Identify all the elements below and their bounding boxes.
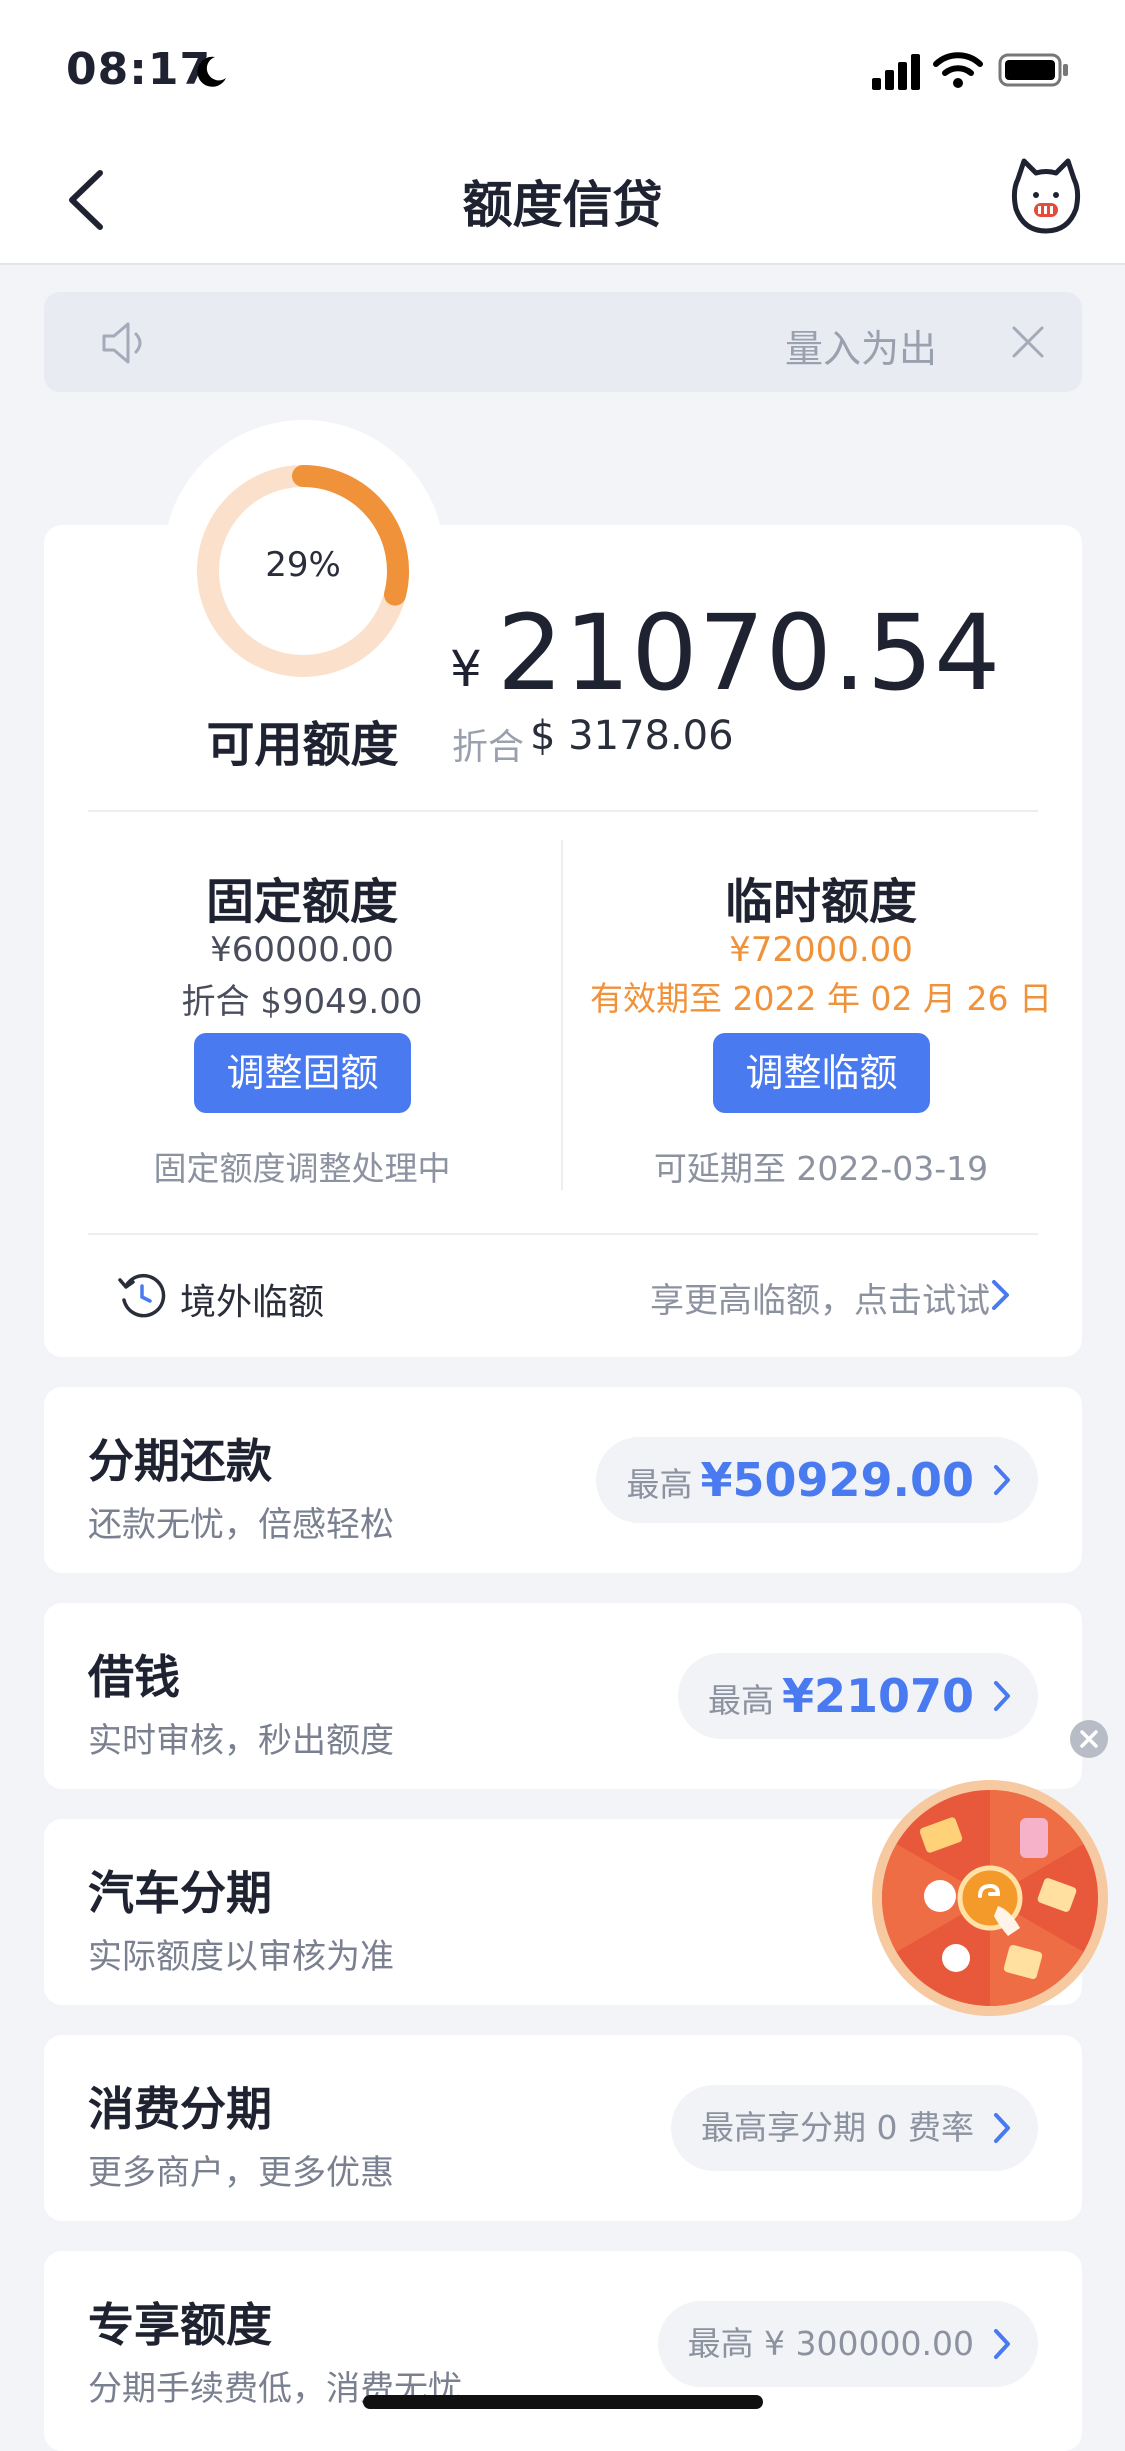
fixed-credit-amount: ¥60000.00 [210, 930, 394, 970]
moon-icon [197, 56, 226, 87]
service-limit-pill[interactable]: 最高 ¥ 300000.00 [657, 2301, 1038, 2387]
wifi-icon [933, 52, 983, 88]
temporary-credit-validity: 有效期至 2022 年 02 月 26 日 [590, 979, 1052, 1018]
service-limit-pill[interactable]: 最高 ¥50929.00 [596, 1437, 1038, 1523]
divider [88, 810, 1038, 812]
temporary-credit-amount: ¥72000.00 [729, 930, 913, 970]
service-title: 汽车分期 [88, 1866, 272, 1920]
currency-symbol: ¥ [450, 640, 482, 698]
service-title: 专享额度 [88, 2298, 272, 2352]
service-card-installment-repayment[interactable]: 分期还款 还款无忧，倍感轻松 最高 ¥50929.00 [44, 1387, 1082, 1573]
overseas-credit-promo[interactable]: 享更高临额，点击试试 [650, 1273, 990, 1322]
chevron-right-icon [994, 2113, 1010, 2143]
fixed-credit-status: 固定额度调整处理中 [153, 1149, 451, 1188]
overseas-clock-icon[interactable] [118, 1272, 166, 1320]
page-title: 额度信贷 [462, 176, 663, 234]
column-divider [561, 840, 563, 1190]
pill-value: ¥21070 [781, 1669, 974, 1723]
overseas-credit-label[interactable]: 境外临额 [180, 1273, 324, 1325]
service-title: 借钱 [88, 1650, 180, 1704]
service-title: 消费分期 [88, 2082, 272, 2136]
battery-icon [998, 53, 1068, 87]
service-card-exclusive-credit[interactable]: 专享额度 分期手续费低，消费无忧 最高 ¥ 300000.00 [44, 2251, 1082, 2451]
close-icon[interactable] [1008, 322, 1048, 362]
chevron-right-icon [994, 2329, 1010, 2359]
pill-prefix: 最高 [707, 1681, 774, 1720]
temporary-credit-status: 可延期至 2022-03-19 [653, 1149, 989, 1188]
temporary-credit-title: 临时额度 [724, 874, 917, 930]
speaker-icon [102, 322, 142, 364]
usd-equivalent-label: 折合 [452, 727, 525, 768]
navigation-bar: 额度信贷 [0, 135, 1125, 265]
service-subtitle: 还款无忧，倍感轻松 [88, 1505, 394, 1545]
service-subtitle: 实际额度以审核为准 [88, 1937, 394, 1977]
adjust-temporary-credit-button[interactable]: 调整临额 [713, 1033, 930, 1113]
fixed-credit-usd: 折合 $9049.00 [181, 982, 423, 1022]
usd-equivalent-amount: $ 3178.06 [530, 713, 734, 759]
prize-wheel-icon[interactable] [870, 1778, 1110, 2018]
service-subtitle: 更多商户，更多优惠 [88, 2153, 394, 2193]
service-card-borrow[interactable]: 借钱 实时审核，秒出额度 最高 ¥21070 [44, 1603, 1082, 1789]
chevron-right-icon [994, 1465, 1010, 1495]
status-bar: 08:17 [0, 0, 1125, 135]
home-indicator [363, 2395, 763, 2409]
available-credit-label: 可用额度 [206, 717, 399, 773]
service-limit-pill[interactable]: 最高享分期 0 费率 [671, 2085, 1038, 2171]
mascot-icon[interactable] [1010, 157, 1082, 237]
status-time: 08:17 [66, 44, 212, 95]
adjust-fixed-credit-button[interactable]: 调整固额 [194, 1033, 411, 1113]
chevron-right-icon[interactable] [990, 1278, 1012, 1312]
service-card-consumer-installment[interactable]: 消费分期 更多商户，更多优惠 最高享分期 0 费率 [44, 2035, 1082, 2221]
available-credit-amount: 21070.54 [497, 592, 1002, 714]
pill-prefix: 最高 [626, 1465, 693, 1504]
service-title: 分期还款 [88, 1434, 272, 1488]
cellular-signal-icon [872, 54, 920, 90]
pill-text: 最高享分期 0 费率 [701, 2108, 974, 2147]
service-limit-pill[interactable]: 最高 ¥21070 [677, 1653, 1038, 1739]
notice-text: 量入为出 [784, 327, 937, 371]
close-float-icon[interactable] [1068, 1718, 1110, 1760]
divider [88, 1233, 1038, 1235]
usage-percent: 29% [265, 545, 341, 585]
service-subtitle: 实时审核，秒出额度 [88, 1721, 394, 1761]
pill-value: ¥50929.00 [700, 1453, 974, 1507]
chevron-right-icon [994, 1681, 1010, 1711]
notice-bar[interactable]: 量入为出 [44, 292, 1082, 392]
pill-text: 最高 ¥ 300000.00 [687, 2324, 974, 2363]
fixed-credit-title: 固定额度 [205, 874, 398, 930]
